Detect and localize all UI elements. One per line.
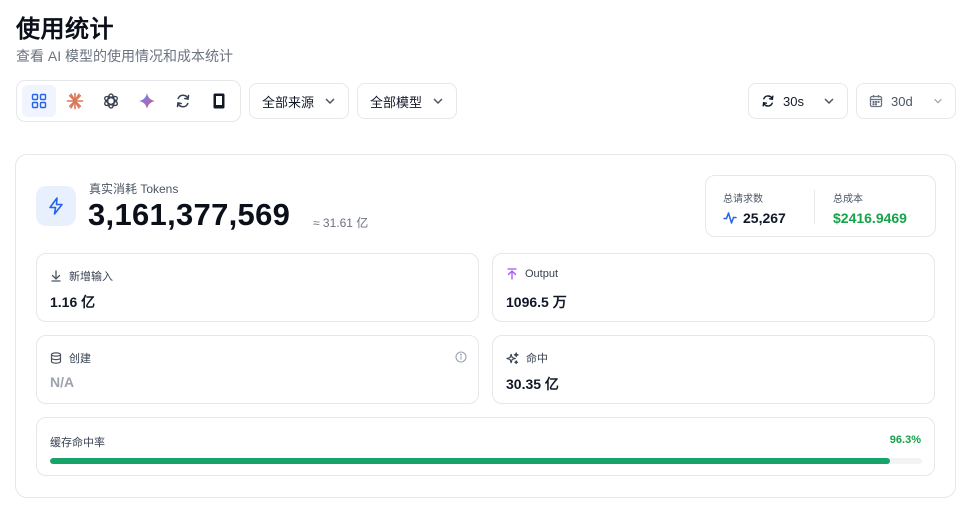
lightning-icon (49, 197, 63, 215)
total-requests-value: 25,267 (743, 210, 786, 226)
metric-value: 1096.5 万 (506, 294, 567, 310)
provider-openai-button[interactable] (94, 85, 128, 117)
total-requests-row: 25,267 (723, 210, 786, 226)
metric-head: 命中 (506, 350, 548, 366)
time-range-label: 30d (891, 93, 913, 109)
metric-value: 30.35 亿 (506, 376, 559, 392)
metric-new-input: 新增输入 1.16 亿 (36, 253, 479, 322)
grid-icon (31, 93, 47, 109)
metric-label: Output (525, 268, 559, 280)
refresh-icon (762, 95, 774, 107)
gemini-icon (139, 93, 155, 109)
time-range-select[interactable]: 30d (856, 83, 956, 119)
device-icon (213, 93, 225, 109)
openai-icon (104, 93, 118, 109)
metric-label: 命中 (526, 353, 548, 365)
page-subtitle: 查看 AI 模型的使用情况和成本统计 (16, 48, 234, 64)
metric-head: 创建 (50, 350, 91, 366)
refresh-interval-select[interactable]: 30s (748, 83, 848, 119)
chevron-down-icon (934, 98, 942, 104)
calendar-icon (869, 95, 883, 108)
metric-value: N/A (50, 374, 75, 390)
provider-filter-group (16, 80, 241, 122)
total-requests: 总请求数 25,267 (723, 190, 786, 226)
tokens-value: 3,161,377,569 (88, 197, 291, 232)
chevron-down-icon (325, 98, 335, 105)
cache-progress-fill (50, 458, 890, 464)
chevron-down-icon (824, 98, 834, 105)
toolbar: 全部来源 全部模型 30s 30d (16, 80, 956, 122)
refresh-interval-label: 30s (783, 93, 804, 109)
sparkles-icon (506, 351, 519, 364)
metric-label: 新增输入 (69, 271, 113, 283)
provider-cycle-button[interactable] (166, 85, 200, 117)
metric-value: 1.16 亿 (50, 294, 96, 310)
provider-gemini-button[interactable] (130, 85, 164, 117)
usage-overview-card: 真实消耗 Tokens 3,161,377,569 ≈ 31.61 亿 总请求数… (15, 154, 956, 498)
info-icon[interactable] (455, 351, 467, 363)
cache-hit-rate: 缓存命中率 96.3% (36, 417, 935, 476)
provider-device-button[interactable] (202, 85, 236, 117)
metric-output: Output 1096.5 万 (492, 253, 935, 322)
model-filter-select[interactable]: 全部模型 (357, 83, 457, 119)
tokens-label: 真实消耗 Tokens (89, 182, 179, 196)
cache-hit-rate-label: 缓存命中率 (50, 437, 105, 449)
provider-anthropic-button[interactable] (58, 85, 92, 117)
arrow-down-icon (51, 270, 61, 282)
cache-hit-rate-percent: 96.3% (889, 434, 921, 446)
cache-progress-track (50, 458, 922, 464)
total-cost: 总成本 $2416.9469 (833, 190, 907, 226)
page-title: 使用统计 (16, 16, 114, 43)
token-badge (36, 186, 76, 226)
cycle-icon (176, 94, 190, 108)
anthropic-icon (66, 92, 84, 110)
tokens-approx: ≈ 31.61 亿 (313, 216, 369, 230)
activity-icon (723, 212, 737, 224)
arrow-up-icon (507, 268, 517, 280)
metric-hit: 命中 30.35 亿 (492, 335, 935, 404)
provider-all-button[interactable] (22, 85, 56, 117)
summary-divider (814, 190, 815, 224)
metric-label: 创建 (69, 353, 91, 365)
model-filter-label: 全部模型 (370, 94, 423, 110)
metric-head: 新增输入 (50, 268, 113, 284)
source-filter-label: 全部来源 (262, 94, 315, 110)
metric-head: Output (506, 268, 558, 280)
metric-create: 创建 N/A (36, 335, 479, 404)
source-filter-select[interactable]: 全部来源 (249, 83, 349, 119)
total-requests-label: 总请求数 (723, 194, 763, 205)
total-cost-label: 总成本 (833, 194, 863, 205)
database-icon (50, 352, 62, 364)
summary-box: 总请求数 25,267 总成本 $2416.9469 (705, 175, 936, 237)
total-cost-value: $2416.9469 (833, 210, 907, 226)
chevron-down-icon (433, 98, 443, 105)
